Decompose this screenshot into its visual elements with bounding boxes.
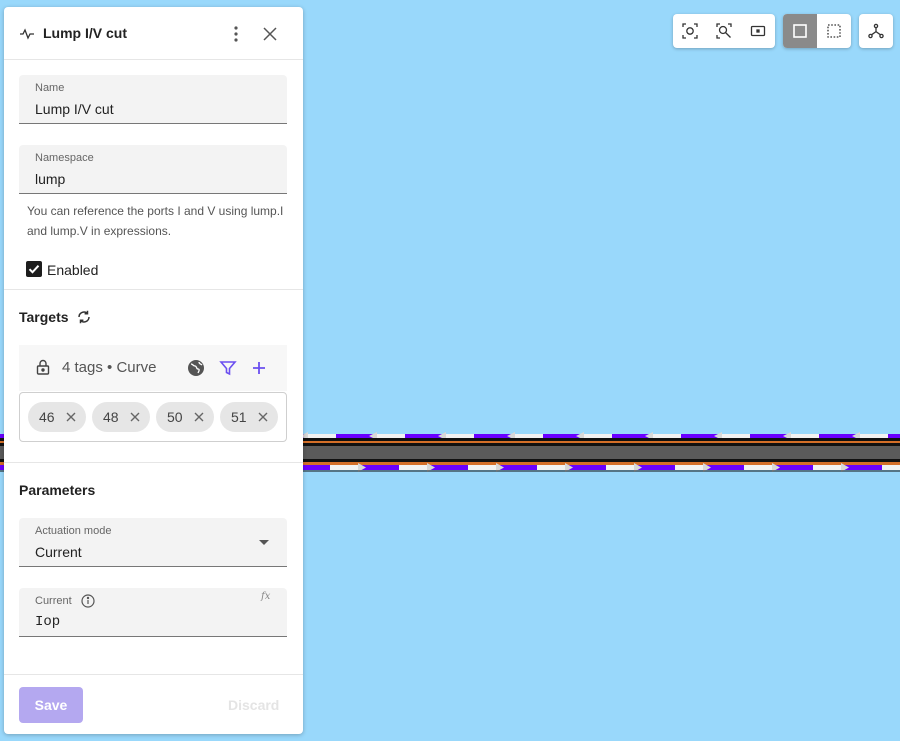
- actuation-mode-label: Actuation mode: [35, 525, 112, 537]
- fork-button[interactable]: [859, 14, 893, 48]
- graph-toolbar: [859, 14, 893, 48]
- panel-header: Lump I/V cut: [4, 7, 303, 60]
- current-field-label: Current: [35, 595, 72, 607]
- focus-target-button[interactable]: [673, 14, 707, 48]
- signal-icon: [20, 28, 34, 40]
- name-field-label: Name: [35, 82, 65, 94]
- name-field[interactable]: Name Lump I/V cut: [19, 75, 287, 124]
- namespace-field-label: Namespace: [35, 152, 94, 164]
- add-icon[interactable]: [250, 359, 268, 377]
- tag-chip-label: 50: [167, 409, 183, 425]
- select-box-button[interactable]: [783, 14, 817, 48]
- select-box-icon: [793, 24, 807, 38]
- tag-chip-list[interactable]: 46 48 50 51: [19, 392, 287, 442]
- filter-icon[interactable]: [219, 359, 237, 377]
- frame-icon: [750, 25, 766, 37]
- tag-chip-label: 48: [103, 409, 119, 425]
- discard-button[interactable]: Discard: [228, 697, 279, 713]
- targets-summary: 4 tags • Curve: [62, 359, 157, 376]
- actuation-mode-select[interactable]: Actuation mode Current: [19, 518, 287, 567]
- zoom-fit-icon: [716, 23, 732, 39]
- remove-icon[interactable]: [257, 411, 269, 423]
- targets-toolbar: 4 tags • Curve: [19, 345, 287, 391]
- lock-icon[interactable]: [36, 359, 50, 375]
- parameters-title: Parameters: [19, 482, 96, 498]
- focus-target-icon: [682, 23, 698, 39]
- fx-icon[interactable]: fx: [261, 591, 270, 602]
- tag-chip[interactable]: 46: [28, 402, 86, 432]
- dashed-select-icon: [827, 24, 841, 38]
- actuation-mode-value: Current: [35, 544, 82, 560]
- frame-button[interactable]: [741, 14, 775, 48]
- close-icon[interactable]: [262, 26, 278, 42]
- namespace-field[interactable]: Namespace lump: [19, 145, 287, 194]
- zoom-fit-button[interactable]: [707, 14, 741, 48]
- remove-icon[interactable]: [65, 411, 77, 423]
- save-button[interactable]: Save: [19, 687, 83, 723]
- tag-chip-label: 46: [39, 409, 55, 425]
- panel-title: Lump I/V cut: [43, 25, 127, 41]
- divider: [4, 462, 303, 463]
- view-toolbar: [673, 14, 775, 48]
- enabled-checkbox[interactable]: [26, 261, 42, 277]
- divider: [4, 289, 303, 290]
- inspector-panel: Lump I/V cut Name Lump I/V cut Namespace…: [4, 7, 303, 734]
- info-icon[interactable]: [81, 594, 95, 608]
- current-expression-field[interactable]: Current fx Iop: [19, 588, 287, 637]
- tag-chip[interactable]: 51: [220, 402, 278, 432]
- divider: [4, 674, 303, 675]
- check-icon: [28, 265, 40, 274]
- tag-chip[interactable]: 48: [92, 402, 150, 432]
- dropdown-arrow-icon[interactable]: [259, 540, 269, 545]
- fork-icon: [868, 23, 884, 39]
- tag-chip[interactable]: 50: [156, 402, 214, 432]
- namespace-hint: You can reference the ports I and V usin…: [27, 204, 284, 238]
- targets-title: Targets: [19, 309, 69, 325]
- remove-icon[interactable]: [193, 411, 205, 423]
- more-vert-icon[interactable]: [228, 25, 244, 43]
- sync-icon[interactable]: [76, 309, 92, 325]
- name-field-value[interactable]: Lump I/V cut: [35, 101, 114, 117]
- globe-icon[interactable]: [187, 359, 205, 377]
- remove-icon[interactable]: [129, 411, 141, 423]
- tag-chip-label: 51: [231, 409, 247, 425]
- namespace-field-value[interactable]: lump: [35, 171, 65, 187]
- selection-toolbar: [783, 14, 851, 48]
- dashed-select-button[interactable]: [817, 14, 851, 48]
- enabled-label[interactable]: Enabled: [47, 262, 98, 278]
- current-field-value[interactable]: Iop: [35, 614, 60, 630]
